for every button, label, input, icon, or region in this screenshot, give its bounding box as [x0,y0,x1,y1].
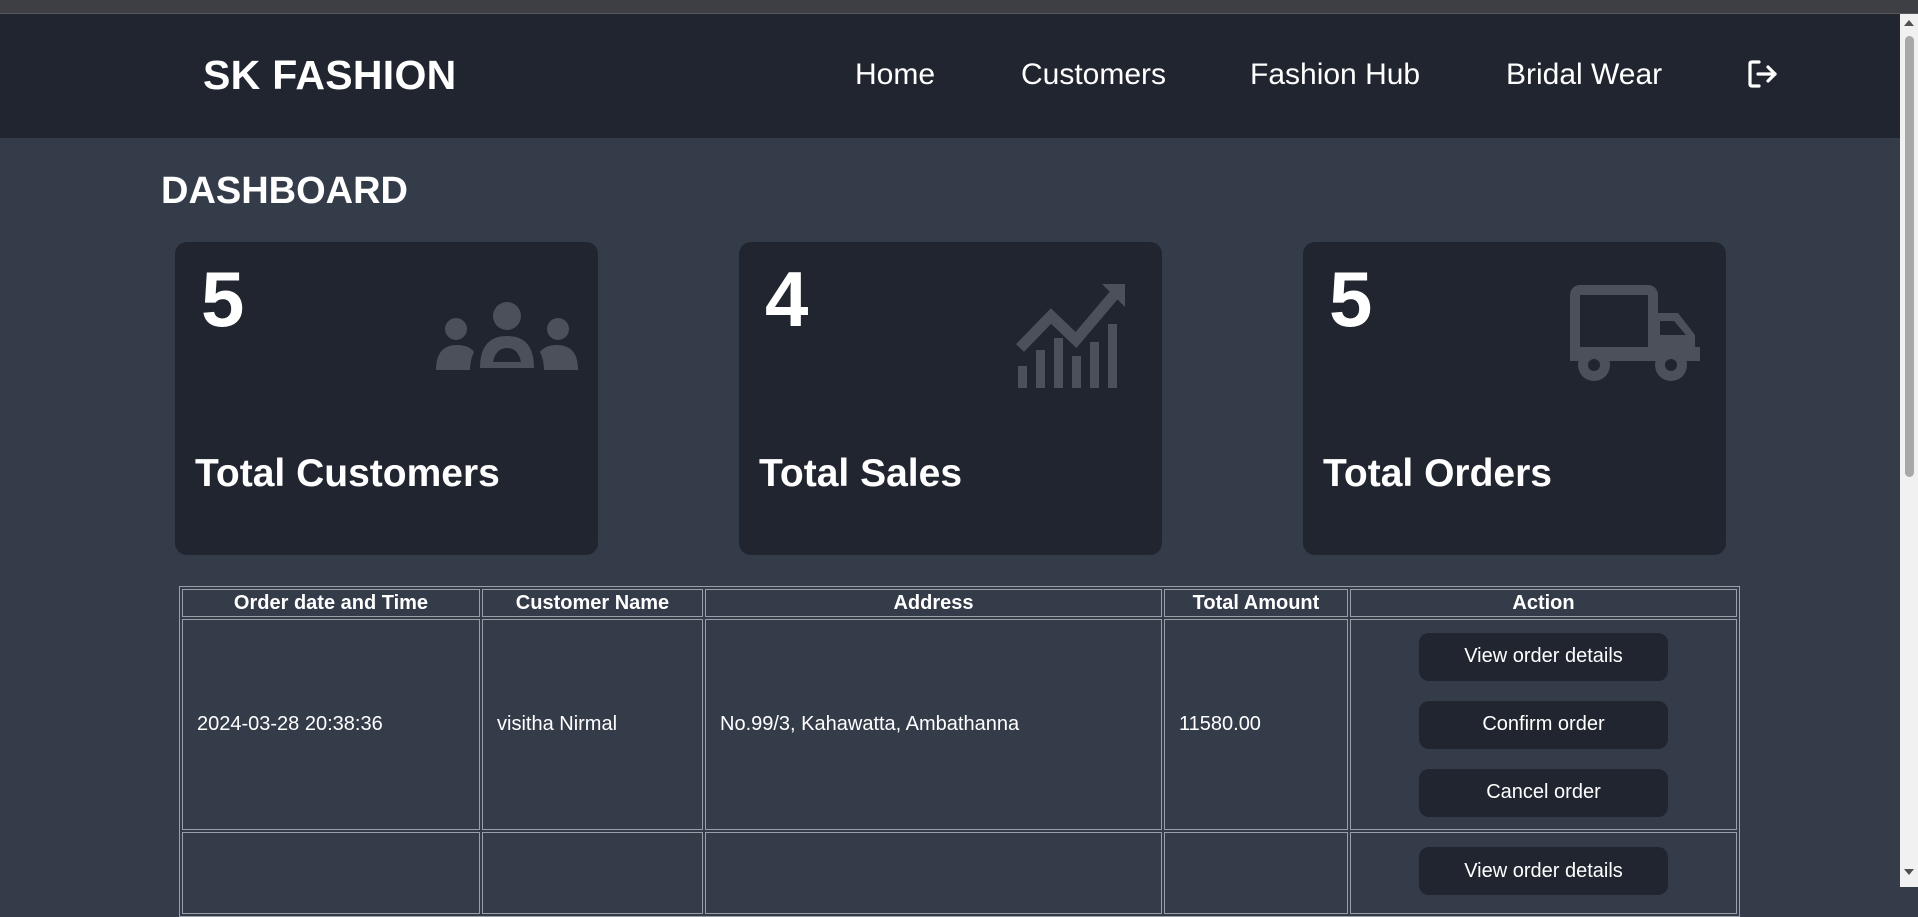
page-title: DASHBOARD [161,170,408,212]
scroll-down-arrow-icon[interactable] [1904,869,1914,875]
nav-home[interactable]: Home [855,58,935,92]
customer-name-cell: visitha Nirmal [482,619,703,830]
sign-out-icon[interactable] [1745,56,1781,92]
view-order-details-button[interactable]: View order details [1419,847,1668,895]
browser-top-strip [0,0,1918,14]
action-cell: View order details Confirm order Cancel … [1350,619,1737,830]
total-orders-card: 5 Total Orders [1303,242,1726,555]
navbar: SK FASHION Home Customers Fashion Hub Br… [0,14,1900,138]
view-order-details-button[interactable]: View order details [1419,632,1668,681]
total-sales-card: 4 Total Sales [739,242,1162,555]
column-header-order-date: Order date and Time [182,589,480,617]
column-header-total-amount: Total Amount [1164,589,1348,617]
cancel-order-button[interactable]: Cancel order [1419,768,1668,817]
total-amount-cell: 11580.00 [1164,619,1348,830]
total-sales-value: 4 [765,255,809,343]
total-customers-card: 5 Total Customers [175,242,598,555]
total-orders-label: Total Orders [1323,452,1552,495]
confirm-order-button[interactable]: Confirm order [1419,700,1668,749]
order-date-cell [182,832,480,914]
delivery-truck-icon [1570,285,1700,381]
nav-customers[interactable]: Customers [1021,58,1166,92]
people-group-icon [436,302,578,370]
table-header-row: Order date and Time Customer Name Addres… [182,589,1737,617]
table-row: 2024-03-28 20:38:36 visitha Nirmal No.99… [182,619,1737,830]
address-cell: No.99/3, Kahawatta, Ambathanna [705,619,1162,830]
scrollbar-thumb[interactable] [1905,36,1914,477]
scroll-up-arrow-icon[interactable] [1904,20,1914,26]
nav-bridal-wear[interactable]: Bridal Wear [1506,58,1662,92]
brand-logo: SK FASHION [203,52,457,98]
total-customers-value: 5 [201,255,245,343]
customer-name-cell [482,832,703,914]
column-header-action: Action [1350,589,1737,617]
total-customers-label: Total Customers [195,452,500,495]
action-cell: View order details [1350,832,1737,914]
orders-table: Order date and Time Customer Name Addres… [179,586,1740,917]
total-orders-value: 5 [1329,255,1373,343]
address-cell [705,832,1162,914]
total-amount-cell [1164,832,1348,914]
total-sales-label: Total Sales [759,452,963,495]
order-date-cell: 2024-03-28 20:38:36 [182,619,480,830]
table-row: View order details [182,832,1737,914]
page-scrollbar[interactable] [1900,14,1918,887]
sales-chart-icon [1016,284,1125,388]
column-header-customer-name: Customer Name [482,589,703,617]
column-header-address: Address [705,589,1162,617]
nav-fashion-hub[interactable]: Fashion Hub [1250,58,1420,92]
